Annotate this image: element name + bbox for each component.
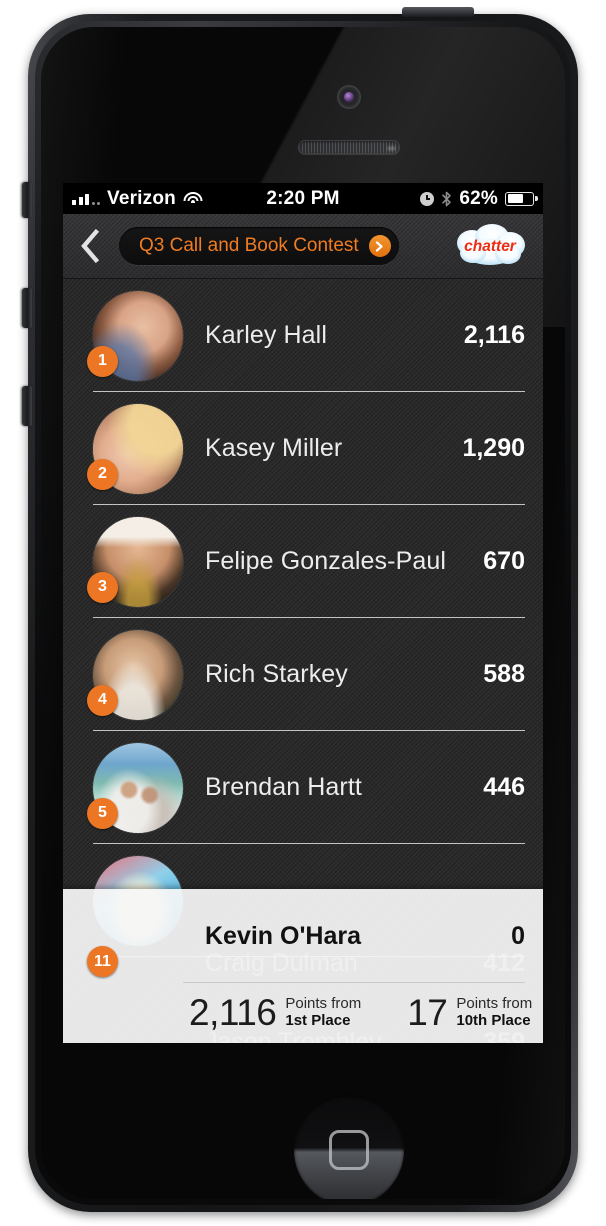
front-camera-icon [337, 85, 361, 109]
table-row[interactable]: 1 Karley Hall 2,116 [63, 279, 543, 392]
chatter-logo[interactable]: chatter [447, 223, 533, 269]
bluetooth-icon [441, 191, 452, 207]
avatar-wrap: 11 [87, 891, 183, 981]
home-square-icon [329, 1130, 369, 1170]
current-user-stats: 2,116 Points from 1st Place 17 Points fr… [63, 983, 543, 1043]
chatter-wordmark: chatter [464, 238, 517, 255]
avatar-wrap: 2 [87, 403, 183, 494]
avatar-wrap: 3 [87, 516, 183, 607]
stat-label-line2: 10th Place [456, 1012, 531, 1029]
player-name: Kasey Miller [205, 434, 343, 462]
card-divider [183, 982, 525, 983]
current-user-name: Kevin O'Hara [205, 921, 362, 950]
battery-icon [505, 191, 538, 206]
alarm-clock-icon [420, 191, 435, 206]
table-row[interactable]: 3 Felipe Gonzales-Paul 670 [63, 505, 543, 618]
player-name: Brendan Hartt [205, 773, 362, 801]
player-score: 670 [483, 547, 525, 575]
avatar-wrap: 1 [87, 290, 183, 381]
phone-screen: Verizon 2:20 PM 62% Q3 Call and Book Con… [63, 183, 543, 1043]
rank-badge: 1 [87, 345, 118, 377]
stat-label: Points from 10th Place [456, 995, 533, 1030]
mute-switch[interactable] [22, 182, 32, 218]
stat-label-line2: 1st Place [285, 1012, 351, 1029]
stat-value: 17 [407, 992, 448, 1033]
player-name: Felipe Gonzales-Paul [205, 547, 447, 575]
player-score: 446 [483, 773, 525, 801]
rank-badge: 5 [87, 797, 118, 829]
player-score: 2,116 [463, 321, 525, 349]
current-user-row[interactable]: 11 Kevin O'Hara 0 [63, 889, 543, 983]
chevron-right-circle-icon[interactable] [368, 235, 391, 257]
volume-up-button[interactable] [22, 288, 32, 328]
player-score: 588 [483, 660, 525, 688]
contest-title-label: Q3 Call and Book Contest [139, 235, 359, 256]
stat-value: 2,116 [189, 992, 277, 1033]
current-user-card[interactable]: 11 Kevin O'Hara 0 2,116 Points from 1st … [63, 889, 543, 1043]
rank-badge: 11 [87, 946, 118, 977]
stat-label-line1: Points from [285, 995, 362, 1013]
status-bar: Verizon 2:20 PM 62% [63, 183, 543, 214]
rank-badge: 2 [87, 458, 118, 490]
stat-points-from-first: 2,116 Points from 1st Place [189, 992, 361, 1034]
stat-points-from-tenth: 17 Points from 10th Place [407, 992, 532, 1034]
power-button[interactable] [402, 7, 474, 17]
contest-selector-pill[interactable]: Q3 Call and Book Contest [119, 227, 399, 265]
status-bar-clock: 2:20 PM [266, 187, 340, 209]
volume-down-button[interactable] [22, 386, 32, 426]
table-row[interactable]: 2 Kasey Miller 1,290 [63, 392, 543, 505]
home-button[interactable] [294, 1095, 404, 1199]
table-row[interactable]: 5 Brendan Hartt 446 [63, 731, 543, 844]
rank-badge: 4 [87, 684, 118, 716]
table-row[interactable]: 4 Rich Starkey 588 [63, 618, 543, 731]
stat-label: Points from 1st Place [285, 995, 362, 1030]
player-name: Rich Starkey [205, 660, 348, 688]
player-name: Karley Hall [205, 321, 327, 349]
navigation-bar: Q3 Call and Book Contest chatter [63, 214, 543, 279]
avatar-wrap: 5 [87, 742, 183, 833]
leaderboard-list[interactable]: 1 Karley Hall 2,116 2 Kasey Miller 1,290 [63, 279, 543, 1043]
rank-badge: 3 [87, 571, 118, 603]
avatar-wrap: 4 [87, 629, 183, 720]
screenshot-stage: Verizon 2:20 PM 62% Q3 Call and Book Con… [0, 0, 606, 1226]
earpiece-speaker [298, 140, 400, 154]
player-score: 1,290 [462, 434, 525, 462]
current-user-score: 0 [511, 921, 525, 950]
back-button[interactable] [63, 214, 117, 278]
stat-label-line1: Points from [456, 995, 533, 1013]
